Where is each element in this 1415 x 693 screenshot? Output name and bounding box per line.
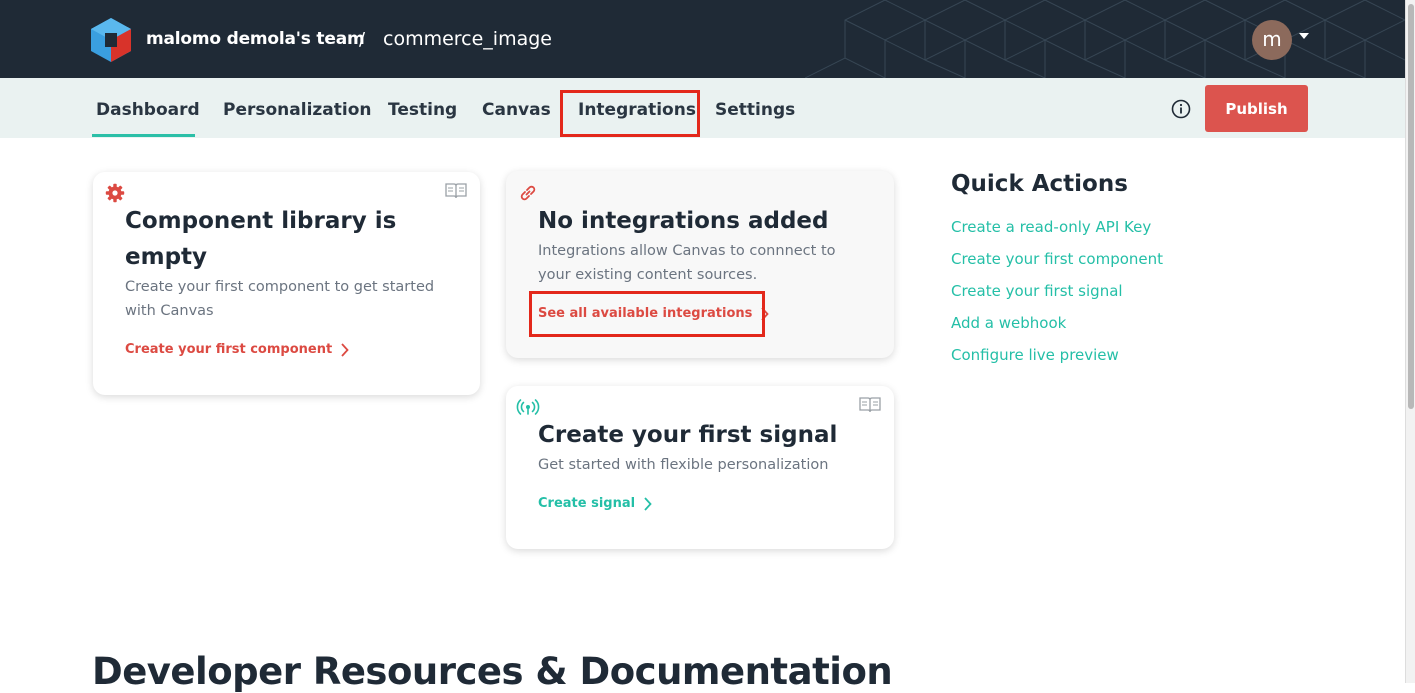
chevron-down-icon[interactable] xyxy=(1299,33,1309,39)
book-icon[interactable] xyxy=(445,183,467,199)
integrations-card-title: No integrations added xyxy=(538,208,829,234)
create-first-component-link[interactable]: Create your first component xyxy=(125,342,349,357)
quick-action-webhook[interactable]: Add a webhook xyxy=(951,314,1066,332)
tab-dashboard[interactable]: Dashboard xyxy=(96,100,200,120)
quick-actions-title: Quick Actions xyxy=(951,171,1128,197)
book-icon[interactable] xyxy=(859,397,881,413)
header-pattern-decoration xyxy=(805,0,1405,78)
tab-testing[interactable]: Testing xyxy=(388,100,457,120)
gear-icon xyxy=(105,183,125,203)
active-tab-indicator xyxy=(92,134,195,137)
info-icon[interactable] xyxy=(1171,99,1191,119)
quick-action-live-preview[interactable]: Configure live preview xyxy=(951,346,1119,364)
page-scrollbar[interactable] xyxy=(1405,0,1415,683)
integrations-link-highlight-box xyxy=(529,291,765,337)
signal-card-title: Create your first signal xyxy=(538,422,838,448)
quick-action-first-signal[interactable]: Create your first signal xyxy=(951,282,1123,300)
tab-settings[interactable]: Settings xyxy=(715,100,795,120)
signal-card-description: Get started with flexible personalizatio… xyxy=(538,457,829,473)
component-card-title: Component library is empty xyxy=(125,208,397,270)
link-icon xyxy=(520,185,536,201)
tab-personalization[interactable]: Personalization xyxy=(223,100,372,120)
breadcrumb-separator: / xyxy=(359,29,366,50)
component-card-description: Create your first component to get start… xyxy=(125,279,435,319)
top-header: malomo demola's team / commerce_image m xyxy=(0,0,1405,78)
quick-action-first-component[interactable]: Create your first component xyxy=(951,250,1163,268)
integrations-card-description: Integrations allow Canvas to connnect to… xyxy=(538,243,836,283)
chevron-right-icon xyxy=(644,496,652,511)
broadcast-icon xyxy=(516,399,540,415)
developer-resources-title: Developer Resources & Documentation xyxy=(92,650,893,693)
chevron-right-icon xyxy=(341,342,349,357)
main-nav: Dashboard Personalization Testing Canvas… xyxy=(0,78,1405,138)
canvas-logo-icon[interactable] xyxy=(91,18,131,62)
tab-canvas[interactable]: Canvas xyxy=(482,100,551,120)
signal-card: Create your first signal Get started wit… xyxy=(506,386,894,549)
team-name[interactable]: malomo demola's team xyxy=(146,29,365,49)
avatar[interactable]: m xyxy=(1252,20,1292,60)
quick-action-api-key[interactable]: Create a read-only API Key xyxy=(951,218,1151,236)
component-library-card: Component library is empty Create your f… xyxy=(93,172,480,395)
project-name[interactable]: commerce_image xyxy=(383,28,552,50)
integrations-highlight-box xyxy=(560,90,700,137)
publish-button[interactable]: Publish xyxy=(1205,85,1308,132)
create-signal-link[interactable]: Create signal xyxy=(538,496,652,511)
scrollbar-thumb[interactable] xyxy=(1408,4,1414,409)
